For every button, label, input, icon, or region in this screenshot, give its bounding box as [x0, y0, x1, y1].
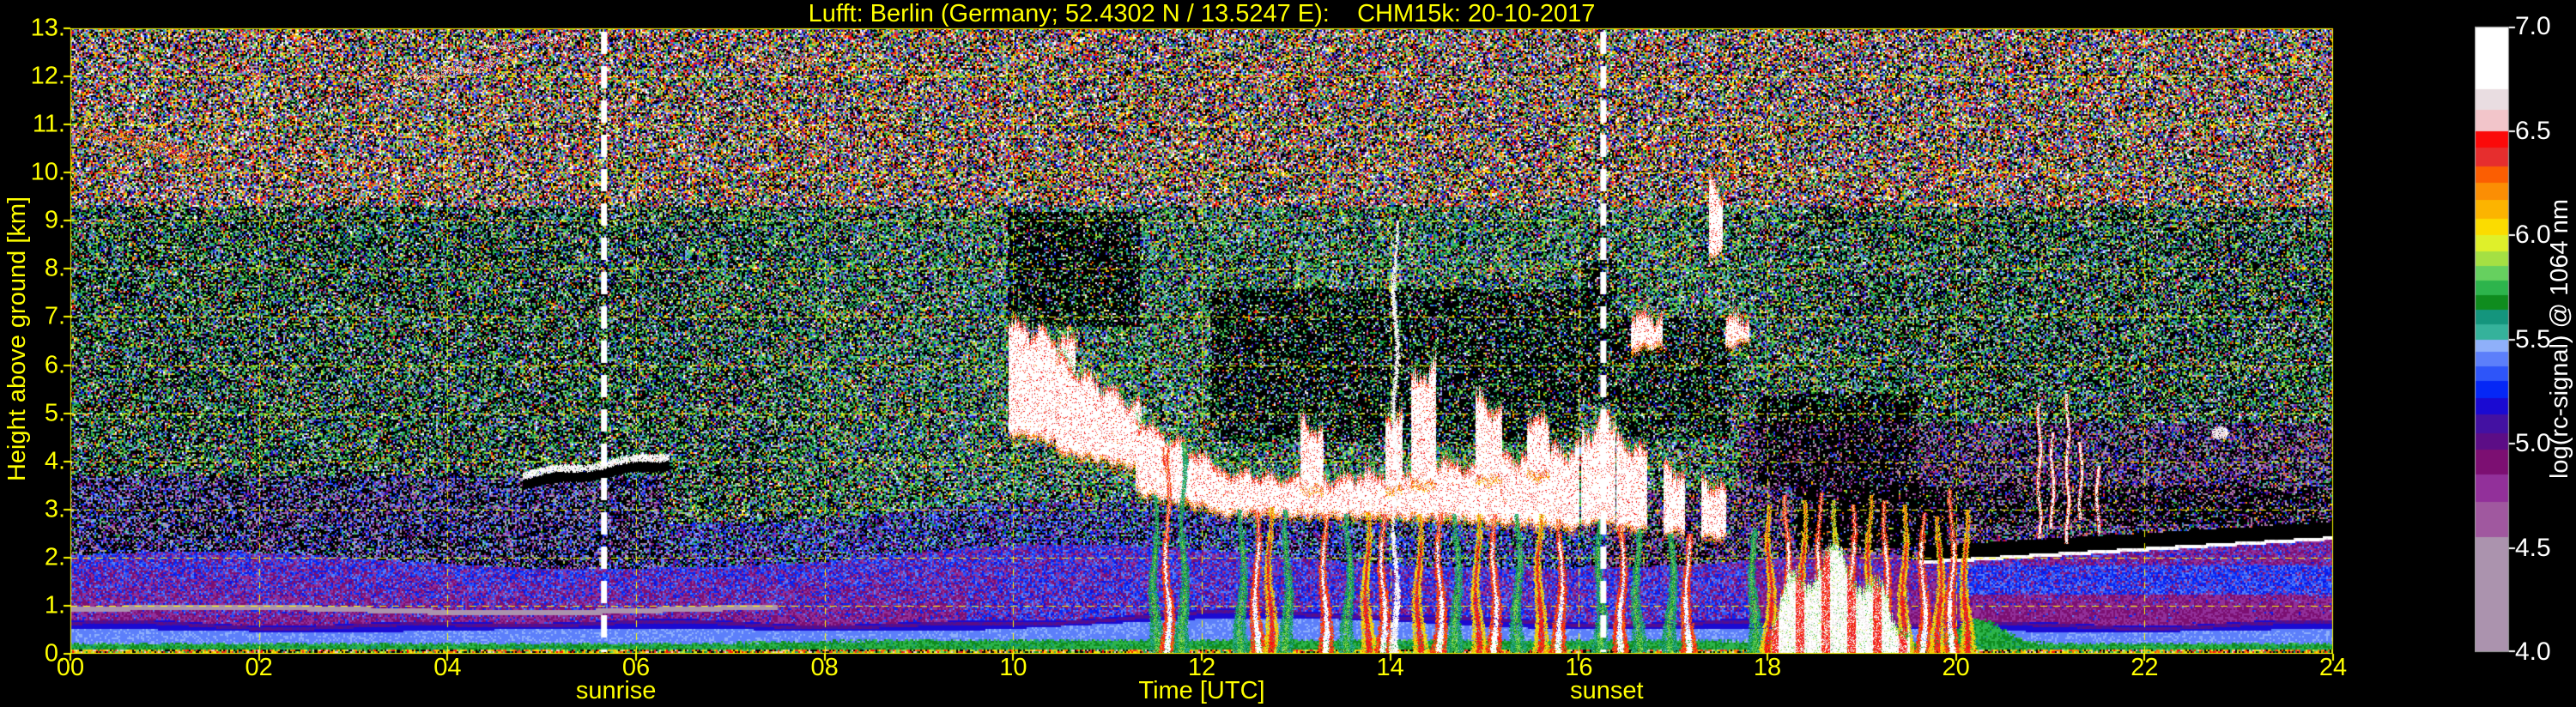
- x-tick-label: 04: [433, 654, 462, 681]
- x-tick-label: 00: [56, 654, 85, 681]
- x-tick-label: 08: [810, 654, 839, 681]
- x-tick-label: 24: [2318, 654, 2348, 681]
- y-tick-label: 2.: [44, 543, 65, 571]
- y-tick-label: 10.: [30, 158, 65, 186]
- heatmap-plot: [58, 16, 2345, 666]
- y-tick-label: 8.: [44, 254, 65, 282]
- x-tick-label: 20: [1942, 654, 1970, 681]
- y-tick-label: 13.: [30, 14, 65, 42]
- colorbar-tick-label: 4.5: [2515, 533, 2551, 562]
- colorbar-tick-label: 7.0: [2515, 12, 2551, 40]
- x-axis-label: Time [UTC]: [1138, 677, 1265, 704]
- ceilometer-quicklook-page: Lufft: Berlin (Germany; 52.4302 N / 13.5…: [0, 0, 2576, 707]
- y-tick-label: 6.: [44, 351, 65, 379]
- colorbar-tick-label: 6.5: [2515, 116, 2551, 145]
- colorbar: [2475, 25, 2518, 654]
- y-tick-label: 3.: [44, 495, 65, 523]
- y-tick-label: 7.: [44, 302, 65, 330]
- colorbar-tick-label: 4.0: [2515, 638, 2551, 666]
- x-tick-label: 10: [999, 654, 1027, 681]
- y-tick-label: 4.: [44, 447, 65, 475]
- x-tick-label: 02: [245, 654, 273, 681]
- y-tick-label: 1.: [44, 591, 65, 619]
- y-tick-label: 11.: [32, 110, 65, 138]
- sunset-label: sunset: [1570, 677, 1644, 704]
- y-tick-label: 12.: [30, 62, 65, 90]
- x-tick-label: 18: [1753, 654, 1782, 681]
- sunrise-label: sunrise: [575, 677, 657, 704]
- x-tick-label: 22: [2131, 654, 2159, 681]
- y-tick-label: 9.: [44, 206, 65, 234]
- y-tick-label: 5.: [44, 399, 65, 427]
- colorbar-label: log(rc-signal) @ 1064 nm: [2546, 198, 2573, 480]
- y-axis-label: Height above ground [km]: [3, 196, 31, 482]
- x-tick-label: 14: [1376, 654, 1404, 681]
